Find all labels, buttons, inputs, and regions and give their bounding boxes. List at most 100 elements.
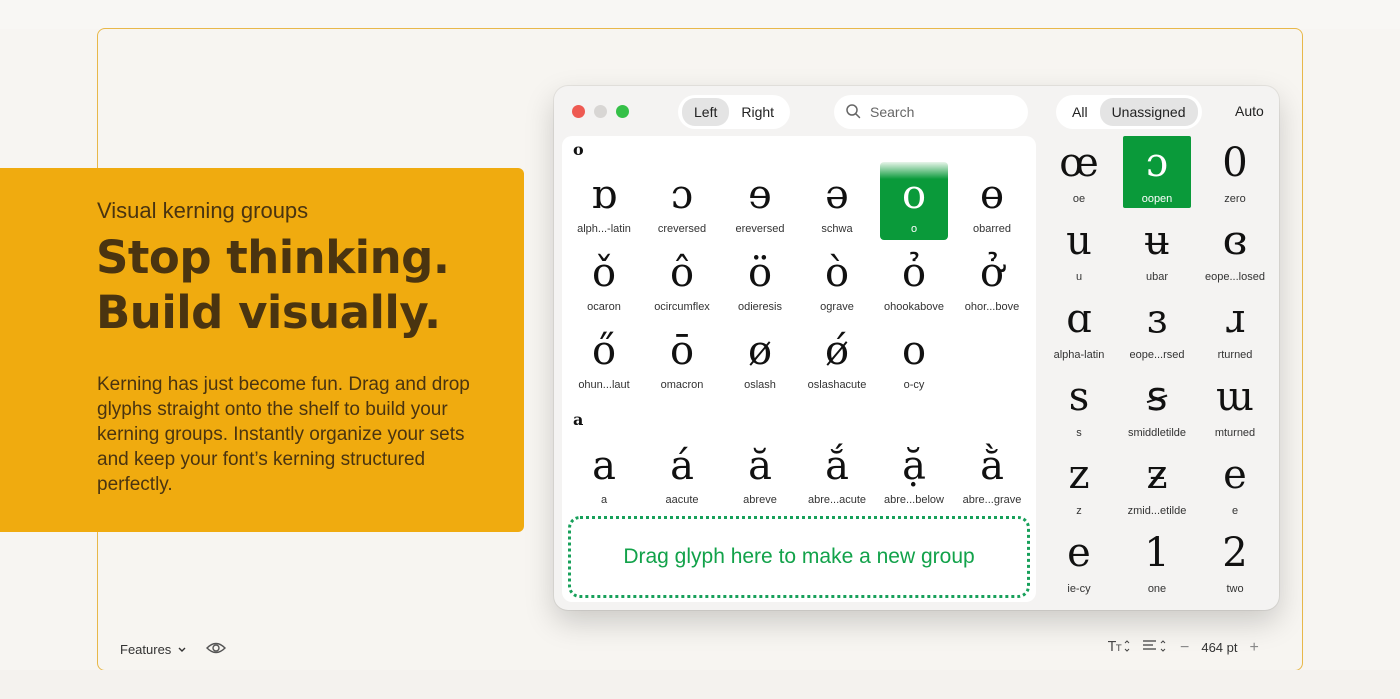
- glyph-name: e: [1231, 505, 1239, 517]
- glyph-cell[interactable]: ở ohor...bove: [958, 240, 1026, 318]
- decrease-size-button[interactable]: −: [1180, 639, 1189, 657]
- glyph-name: ograve: [820, 301, 854, 313]
- unassigned-glyph-selected[interactable]: ɔ oopen: [1123, 136, 1191, 208]
- unassigned-glyph[interactable]: ss: [1045, 370, 1113, 442]
- tab-all[interactable]: All: [1060, 98, 1100, 126]
- unassigned-glyph[interactable]: ee: [1201, 448, 1269, 520]
- tab-left[interactable]: Left: [682, 98, 730, 126]
- footer-right: TT − 464 pt +: [1107, 638, 1259, 657]
- promo-card: Visual kerning groups Stop thinking. Bui…: [0, 168, 524, 532]
- unassigned-glyph[interactable]: е ie-cy: [1045, 526, 1113, 598]
- headline-line-1: Stop thinking.: [96, 231, 450, 284]
- new-group-dropzone[interactable]: Drag glyph here to make a new group: [568, 516, 1030, 598]
- glyph-cell[interactable]: ɔ creversed: [648, 162, 716, 240]
- search-input[interactable]: Search: [834, 95, 1028, 129]
- glyph-char: ɑ: [1066, 296, 1092, 342]
- glyph-name: odieresis: [737, 301, 783, 313]
- features-label: Features: [120, 642, 172, 657]
- text-align-icon[interactable]: [1142, 638, 1168, 657]
- glyph-name: rturned: [1217, 349, 1253, 361]
- glyph-name: smiddletilde: [1127, 427, 1187, 439]
- glyph-char: ằ: [980, 443, 1004, 489]
- glyph-char: e: [1223, 452, 1247, 498]
- glyph-cell[interactable]: ò ograve: [803, 240, 871, 318]
- zoom-window-button[interactable]: [616, 105, 629, 118]
- glyph-name: ohun...laut: [578, 379, 630, 391]
- glyph-char: œ: [1059, 140, 1099, 186]
- glyph-name: o: [910, 223, 918, 235]
- glyph-name: ohor...bove: [964, 301, 1020, 313]
- glyph-cell[interactable]: ő ohun...laut: [570, 318, 638, 396]
- auto-button[interactable]: Auto: [1235, 103, 1264, 119]
- glyph-char: 0: [1222, 140, 1248, 186]
- glyph-char: u: [1066, 218, 1092, 264]
- unassigned-glyph[interactable]: ɜ eope...rsed: [1123, 292, 1191, 364]
- glyph-cell[interactable]: aa: [570, 433, 638, 511]
- glyph-cell[interactable]: ō omacron: [648, 318, 716, 396]
- glyph-char: 2: [1222, 530, 1248, 576]
- glyph-cell[interactable]: ɘ ereversed: [726, 162, 794, 240]
- unassigned-glyph[interactable]: ƶ zmid...etilde: [1123, 448, 1191, 520]
- glyph-cell[interactable]: ắ abre...acute: [803, 433, 871, 511]
- unassigned-glyph[interactable]: uu: [1045, 214, 1113, 286]
- unassigned-glyph[interactable]: 1 one: [1123, 526, 1191, 598]
- glyph-cell[interactable]: ǿ oslashacute: [803, 318, 871, 396]
- glyph-cell[interactable]: ỏ ohookabove: [880, 240, 948, 318]
- unassigned-glyph[interactable]: ɹ rturned: [1201, 292, 1269, 364]
- glyph-cell[interactable]: á aacute: [648, 433, 716, 511]
- glyph-char: ɔ: [670, 172, 694, 218]
- glyph-cell[interactable]: ô ocircumflex: [648, 240, 716, 318]
- unassigned-glyph[interactable]: 2 two: [1201, 526, 1269, 598]
- close-window-button[interactable]: [572, 105, 585, 118]
- headline-line-2: Build visually.: [96, 286, 441, 339]
- glyph-cell[interactable]: ă abreve: [726, 433, 794, 511]
- glyph-cell[interactable]: ɒ alph...-latin: [570, 162, 638, 240]
- glyph-char: ɘ: [748, 172, 772, 218]
- unassigned-glyph[interactable]: ɞ eope...losed: [1201, 214, 1269, 286]
- search-icon: [844, 102, 864, 122]
- glyph-cell[interactable]: ặ abre...below: [880, 433, 948, 511]
- unassigned-glyph[interactable]: zz: [1045, 448, 1113, 520]
- unassigned-glyph[interactable]: œ oe: [1045, 136, 1113, 208]
- dropzone-label: Drag glyph here to make a new group: [623, 545, 975, 568]
- glyph-name: schwa: [821, 223, 853, 235]
- minimize-window-button[interactable]: [594, 105, 607, 118]
- unassigned-glyph[interactable]: ꞩ smiddletilde: [1123, 370, 1191, 442]
- chevron-down-icon: [178, 647, 186, 652]
- promo-body: Kerning has just become fun. Drag and dr…: [97, 374, 470, 495]
- glyph-cell[interactable]: ø oslash: [726, 318, 794, 396]
- glyph-char: 1: [1144, 530, 1170, 576]
- font-size-mode-icon[interactable]: TT: [1107, 638, 1130, 657]
- glyph-char: o: [901, 172, 927, 218]
- glyph-cell[interactable]: ə schwa: [803, 162, 871, 240]
- glyph-char: ặ: [902, 443, 926, 489]
- tab-right[interactable]: Right: [729, 98, 786, 126]
- features-menu[interactable]: Features: [120, 642, 187, 657]
- glyph-cell[interactable]: ǒ ocaron: [570, 240, 638, 318]
- glyph-cell[interactable]: ằ abre...grave: [958, 433, 1026, 511]
- glyph-cell[interactable]: ɵ obarred: [958, 162, 1026, 240]
- glyph-char: о: [901, 328, 927, 374]
- glyph-cell[interactable]: о o-cy: [880, 318, 948, 396]
- glyph-char: z: [1068, 452, 1090, 498]
- eye-icon[interactable]: [205, 640, 227, 659]
- glyph-name: oopen: [1141, 193, 1173, 205]
- unassigned-glyph[interactable]: ʉ ubar: [1123, 214, 1191, 286]
- glyph-name: eope...losed: [1205, 271, 1265, 283]
- glyph-char: ò: [824, 250, 850, 296]
- glyph-cell-selected[interactable]: oo: [880, 162, 948, 240]
- group-label-a: a: [573, 410, 584, 429]
- side-segmented-control: Left Right: [678, 95, 791, 129]
- unassigned-glyph[interactable]: ɯ mturned: [1201, 370, 1269, 442]
- glyph-name: abre...grave: [962, 494, 1022, 506]
- tab-unassigned[interactable]: Unassigned: [1099, 98, 1198, 126]
- groups-panel: o ɒ alph...-latin ɔ creversed ɘ ereversed ə…: [562, 136, 1036, 602]
- glyph-char: ɯ: [1216, 374, 1254, 420]
- increase-size-button[interactable]: +: [1250, 639, 1259, 657]
- glyph-name: o-cy: [903, 379, 925, 391]
- glyph-char: ɵ: [979, 172, 1005, 218]
- unassigned-glyph[interactable]: 0 zero: [1201, 136, 1269, 208]
- glyph-cell[interactable]: ö odieresis: [726, 240, 794, 318]
- glyph-name: oslashacute: [807, 379, 867, 391]
- unassigned-glyph[interactable]: ɑ alpha-latin: [1045, 292, 1113, 364]
